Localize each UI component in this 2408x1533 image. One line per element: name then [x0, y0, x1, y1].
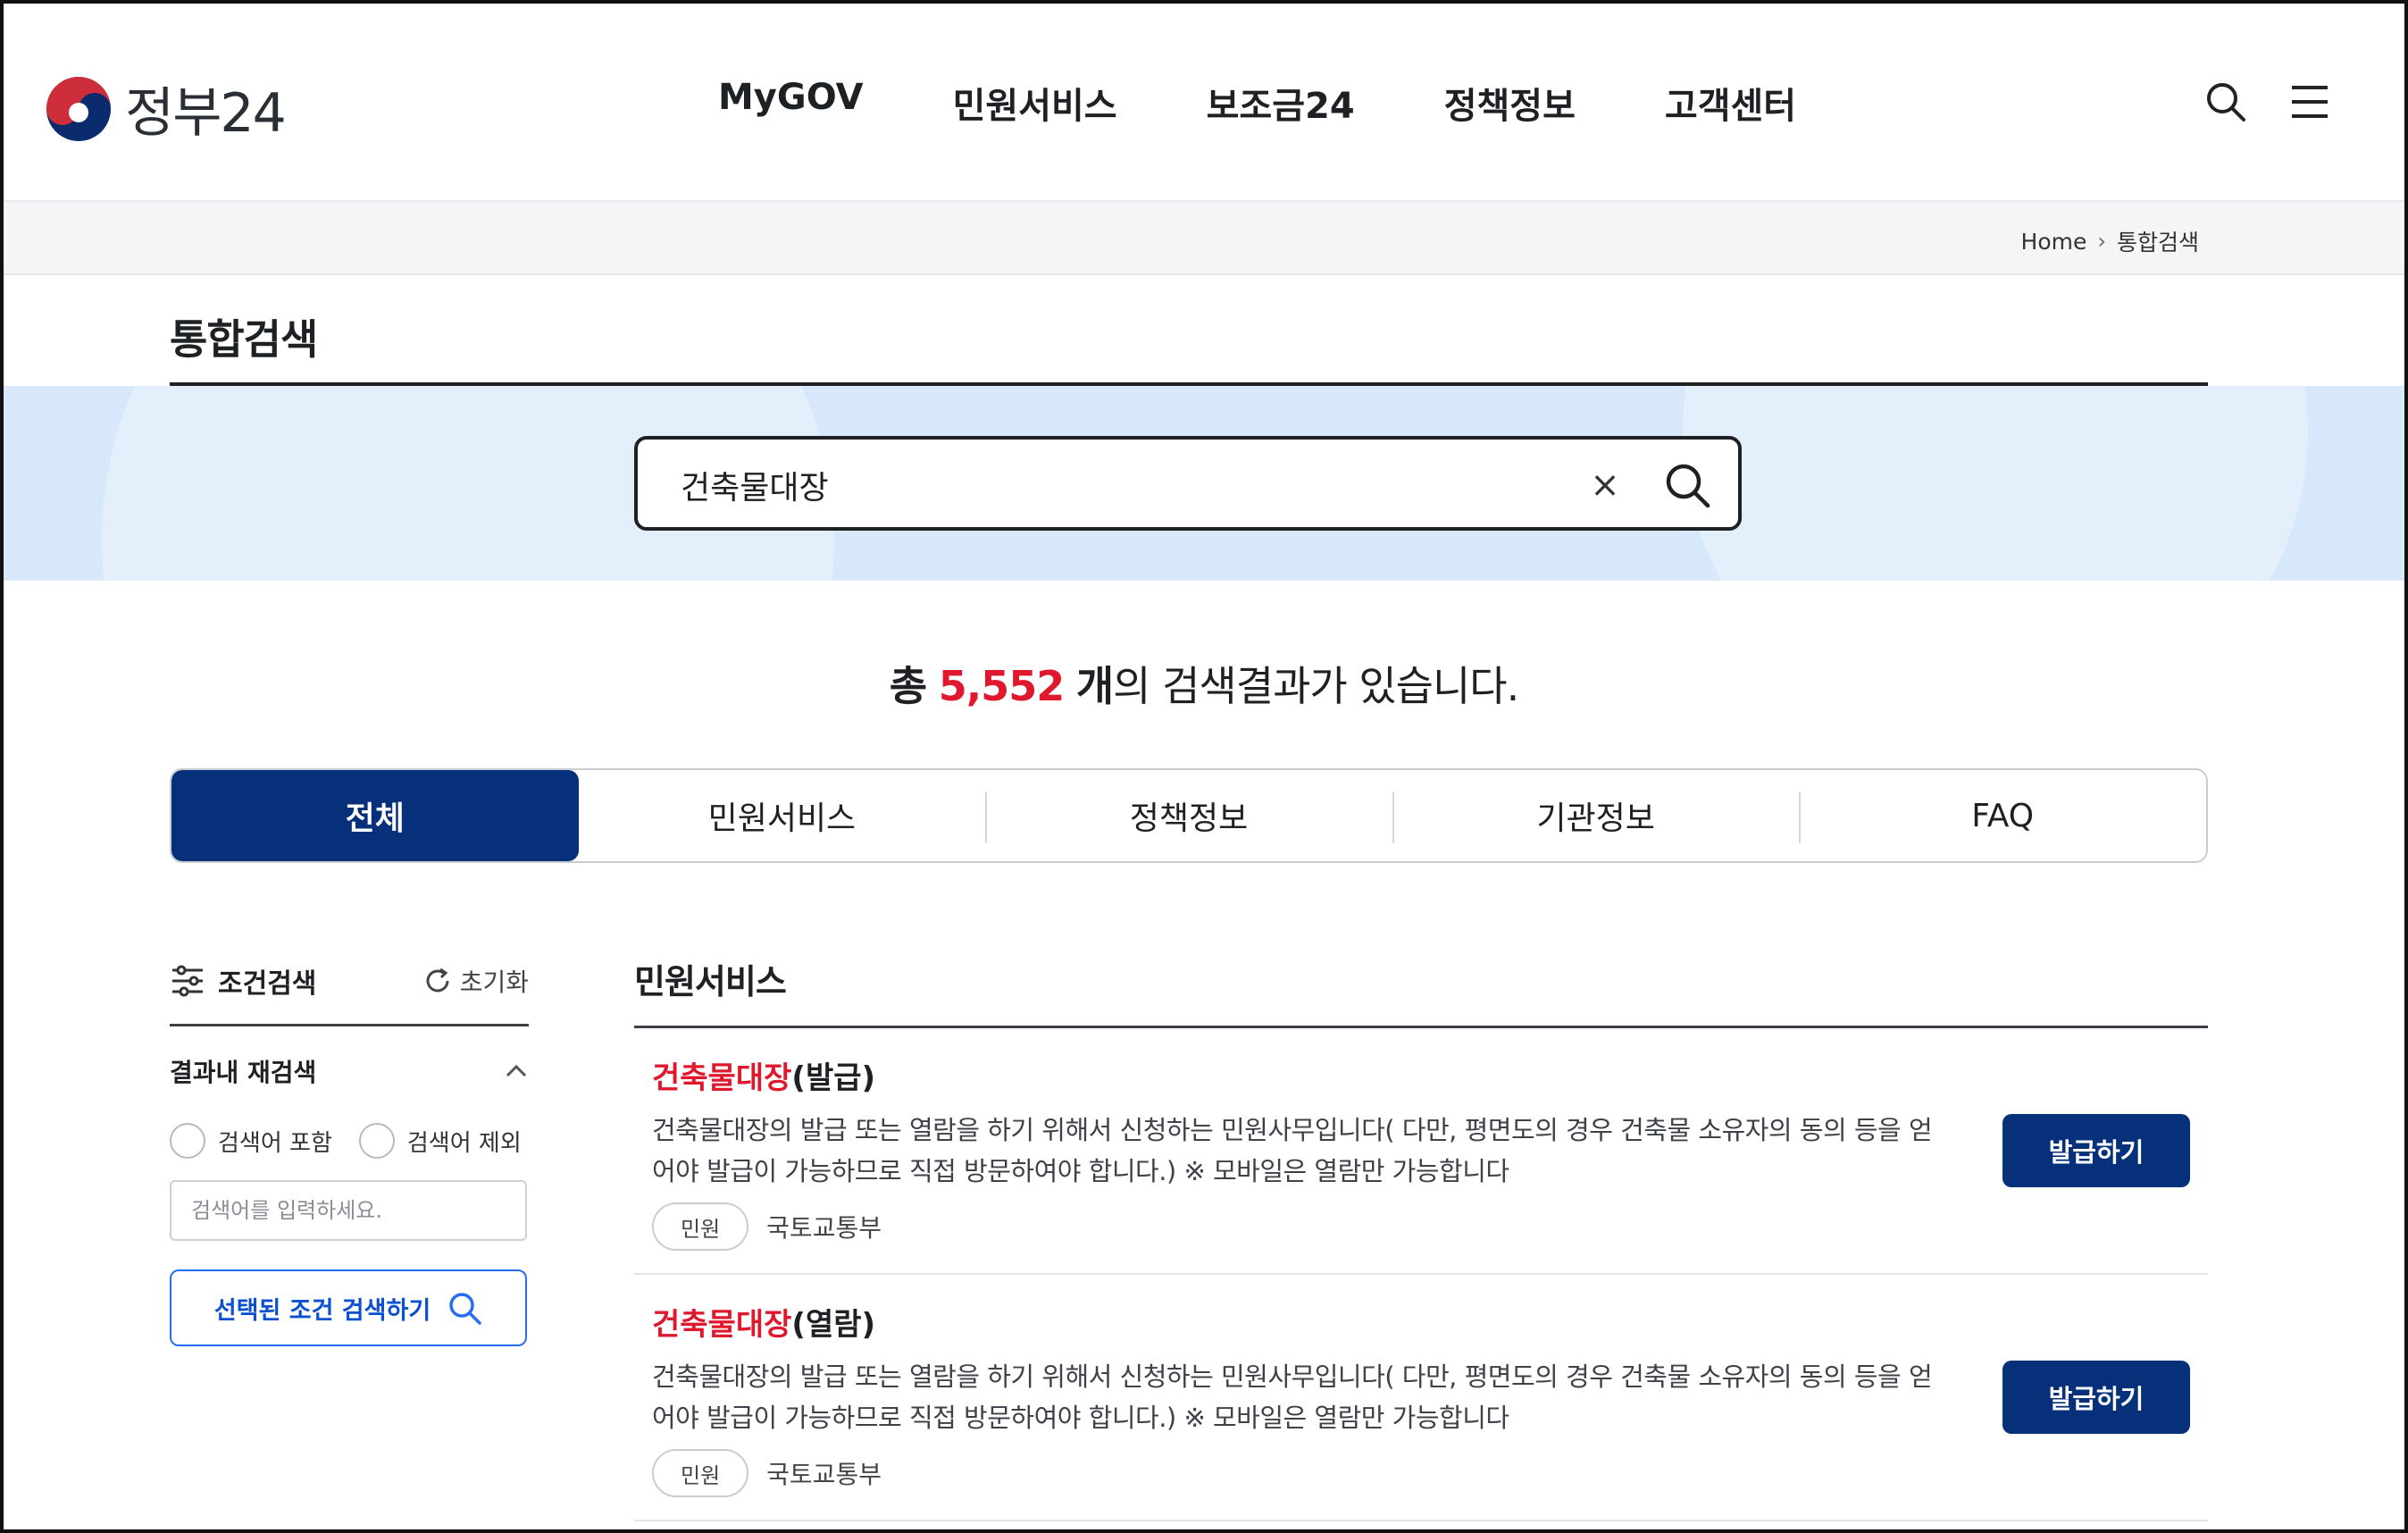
apply-filter-button[interactable]: 선택된 조건 검색하기 [170, 1269, 527, 1346]
breadcrumb-bar: Home › 통합검색 [4, 202, 2404, 275]
category-tag: 민원 [652, 1202, 749, 1251]
chevron-up-icon [506, 1064, 527, 1077]
tab-all[interactable]: 전체 [171, 770, 579, 861]
refine-search-toggle[interactable]: 결과내 재검색 [170, 1053, 529, 1089]
taegeuk-logo-icon [46, 76, 111, 141]
result-summary: 총 5,552 개의 검색결과가 있습니다. [4, 654, 2404, 713]
menu-icon[interactable] [2288, 80, 2331, 123]
result-title[interactable]: 건축물대장(열람) [652, 1300, 2190, 1344]
issue-button[interactable]: 발급하기 [2002, 1361, 2190, 1434]
radio-circle [170, 1123, 205, 1159]
exclude-keyword-radio[interactable]: 검색어 제외 [358, 1123, 522, 1159]
banner-decoration [1683, 386, 2308, 581]
clear-icon[interactable]: × [1583, 461, 1627, 509]
apply-filter-label: 선택된 조건 검색하기 [213, 1296, 431, 1325]
search-banner: × [4, 386, 2404, 581]
refine-search-title: 결과내 재검색 [170, 1058, 317, 1087]
search-icon[interactable] [2204, 80, 2247, 123]
refresh-icon [426, 968, 449, 993]
tab-policy[interactable]: 정책정보 [985, 770, 1392, 861]
nav-civil-service[interactable]: 민원서비스 [953, 77, 1117, 129]
page-title: 통합검색 [170, 315, 318, 364]
results-section: 민원서비스 건축물대장(발급) 건축물대장의 발급 또는 열람을 하기 위해서 … [634, 954, 2208, 1521]
result-description: 건축물대장의 발급 또는 열람을 하기 위해서 신청하는 민원사무입니다( 다만… [652, 1356, 1947, 1438]
breadcrumb: Home › 통합검색 [2021, 225, 2199, 257]
tab-civil-service[interactable]: 민원서비스 [579, 770, 986, 861]
filter-header: 조건검색 초기화 [170, 954, 529, 1008]
search-box: × [634, 436, 1742, 531]
filter-sidebar: 조건검색 초기화 결과내 재검색 검색어 포함 검색어 제외 검색어를 입력하세… [170, 954, 529, 1346]
breadcrumb-current: 통합검색 [2116, 230, 2199, 256]
agency-name: 국토교통부 [766, 1213, 882, 1243]
result-title-rest: (열람) [791, 1307, 876, 1343]
refine-options: 검색어 포함 검색어 제외 [170, 1123, 529, 1159]
nav-policy[interactable]: 정책정보 [1444, 77, 1576, 129]
agency-name: 국토교통부 [766, 1460, 882, 1489]
category-tabs: 전체 민원서비스 정책정보 기관정보 FAQ [170, 768, 2208, 863]
breadcrumb-home[interactable]: Home [2021, 229, 2087, 255]
category-tag: 민원 [652, 1449, 749, 1497]
refine-keyword-input[interactable] [170, 1180, 527, 1241]
result-description: 건축물대장의 발급 또는 열람을 하기 위해서 신청하는 민원사무입니다( 다만… [652, 1110, 1947, 1192]
chevron-right-icon: › [2097, 229, 2106, 254]
site-logo[interactable]: 정부24 [45, 70, 287, 147]
section-title: 민원서비스 [634, 962, 787, 1001]
result-title-rest: (발급) [791, 1060, 876, 1096]
tab-agency[interactable]: 기관정보 [1392, 770, 1800, 861]
issue-button[interactable]: 발급하기 [2002, 1114, 2190, 1187]
result-title-highlight: 건축물대장 [652, 1307, 792, 1343]
summary-prefix: 총 [889, 662, 927, 710]
result-meta: 민원 국토교통부 [652, 1202, 2190, 1251]
tab-faq[interactable]: FAQ [1799, 770, 2206, 861]
filter-divider [170, 1024, 529, 1026]
include-keyword-radio[interactable]: 검색어 포함 [170, 1123, 332, 1159]
result-count: 5,552 [938, 662, 1066, 710]
include-keyword-label: 검색어 포함 [218, 1129, 332, 1157]
result-description-line: 어야 발급이 가능하므로 직접 방문하여야 합니다.) ※ 모바일은 열람만 가… [652, 1403, 1509, 1433]
result-description-line: 건축물대장의 발급 또는 열람을 하기 위해서 신청하는 민원사무입니다( 다만… [652, 1115, 1933, 1145]
main-nav: MyGOV 민원서비스 보조금24 정책정보 고객센터 [718, 77, 1796, 129]
nav-customer-center[interactable]: 고객센터 [1665, 77, 1796, 129]
page-frame: 정부24 MyGOV 민원서비스 보조금24 정책정보 고객센터 Home › … [0, 0, 2408, 1533]
nav-subsidy[interactable]: 보조금24 [1207, 77, 1355, 129]
summary-unit: 개 [1075, 662, 1114, 710]
search-submit-icon[interactable] [1661, 459, 1713, 511]
result-meta: 민원 국토교통부 [652, 1449, 2190, 1497]
filter-title: 조건검색 [170, 961, 316, 1001]
exclude-keyword-label: 검색어 제외 [406, 1129, 522, 1157]
summary-suffix: 의 검색결과가 있습니다. [1113, 662, 1519, 710]
filter-sliders-icon [172, 965, 203, 997]
search-icon [449, 1293, 481, 1325]
site-header: 정부24 MyGOV 민원서비스 보조금24 정책정보 고객센터 [4, 4, 2404, 202]
search-input[interactable] [681, 463, 1484, 507]
reset-label: 초기화 [459, 968, 529, 997]
result-description-line: 건축물대장의 발급 또는 열람을 하기 위해서 신청하는 민원사무입니다( 다만… [652, 1361, 1933, 1392]
nav-mygov[interactable]: MyGOV [718, 77, 864, 129]
result-title[interactable]: 건축물대장(발급) [652, 1053, 2190, 1097]
reset-button[interactable]: 초기화 [422, 963, 529, 999]
result-item: 건축물대장(열람) 건축물대장의 발급 또는 열람을 하기 위해서 신청하는 민… [634, 1275, 2208, 1521]
result-description-line: 어야 발급이 가능하므로 직접 방문하여야 합니다.) ※ 모바일은 열람만 가… [652, 1156, 1509, 1186]
radio-circle [358, 1123, 395, 1159]
filter-title-label: 조건검색 [218, 968, 317, 1000]
result-title-highlight: 건축물대장 [652, 1060, 792, 1096]
logo-text: 정부24 [125, 82, 287, 145]
result-item: 건축물대장(발급) 건축물대장의 발급 또는 열람을 하기 위해서 신청하는 민… [634, 1028, 2208, 1275]
